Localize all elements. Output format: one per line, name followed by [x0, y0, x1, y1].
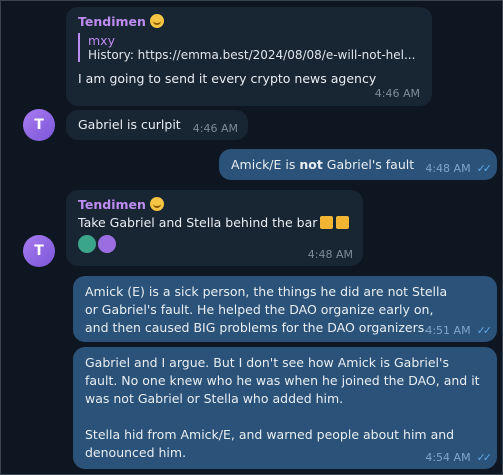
thumbs-down-emoji-icon — [320, 216, 334, 229]
avatar[interactable]: T — [23, 109, 55, 141]
message-text: I am going to send it every crypto news … — [78, 71, 377, 86]
avatar[interactable]: T — [23, 235, 55, 267]
message-bubble[interactable]: Amick (E) is a sick person, the things h… — [73, 276, 497, 342]
custom-emoji-icon — [97, 235, 116, 253]
sender-name[interactable]: Tendimen — [78, 14, 146, 29]
reply-sender-name: mxy — [88, 33, 115, 48]
reply-quote[interactable]: mxy History: https://emma.best/2024/08/0… — [78, 33, 420, 62]
message-time: 4:54 AM — [425, 451, 471, 464]
message-time: 4:46 AM — [374, 87, 420, 100]
double-check-icon: ✓✓ — [476, 324, 493, 337]
smile-emoji-icon — [149, 14, 164, 28]
reply-text: History: https://emma.best/2024/08/08/e-… — [88, 48, 416, 62]
message-time: 4:46 AM — [192, 122, 238, 135]
thumbs-down-emoji-icon — [336, 216, 350, 229]
message-bubble[interactable]: Gabriel is curlpit 4:46 AM — [66, 110, 248, 140]
double-check-icon: ✓✓ — [476, 451, 493, 464]
message-text: Gabriel is curlpit — [78, 117, 181, 132]
smile-emoji-icon — [149, 197, 164, 211]
message-bubble[interactable]: Tendimen Take Gabriel and Stella behind … — [66, 190, 363, 266]
message-time: 4:48 AM — [425, 162, 471, 175]
custom-emoji-icon — [78, 235, 96, 253]
message-time: 4:51 AM — [425, 324, 471, 337]
message-text: Amick (E) is a sick person, the things h… — [85, 284, 448, 335]
message-bubble[interactable]: Tendimen mxy History: https://emma.best/… — [66, 7, 432, 106]
message-text: Gabriel and I argue. But I don't see how… — [85, 355, 480, 406]
double-check-icon: ✓✓ — [476, 162, 493, 175]
message-text: Amick/E is not Gabriel's fault — [231, 157, 415, 172]
sender-name[interactable]: Tendimen — [78, 197, 146, 212]
message-bubble[interactable]: Amick/E is not Gabriel's fault 4:48 AM ✓✓ — [219, 149, 497, 180]
message-bubble[interactable]: Gabriel and I argue. But I don't see how… — [73, 347, 497, 469]
message-text: Take Gabriel and Stella behind the bar — [78, 215, 318, 230]
message-time: 4:48 AM — [307, 248, 353, 261]
